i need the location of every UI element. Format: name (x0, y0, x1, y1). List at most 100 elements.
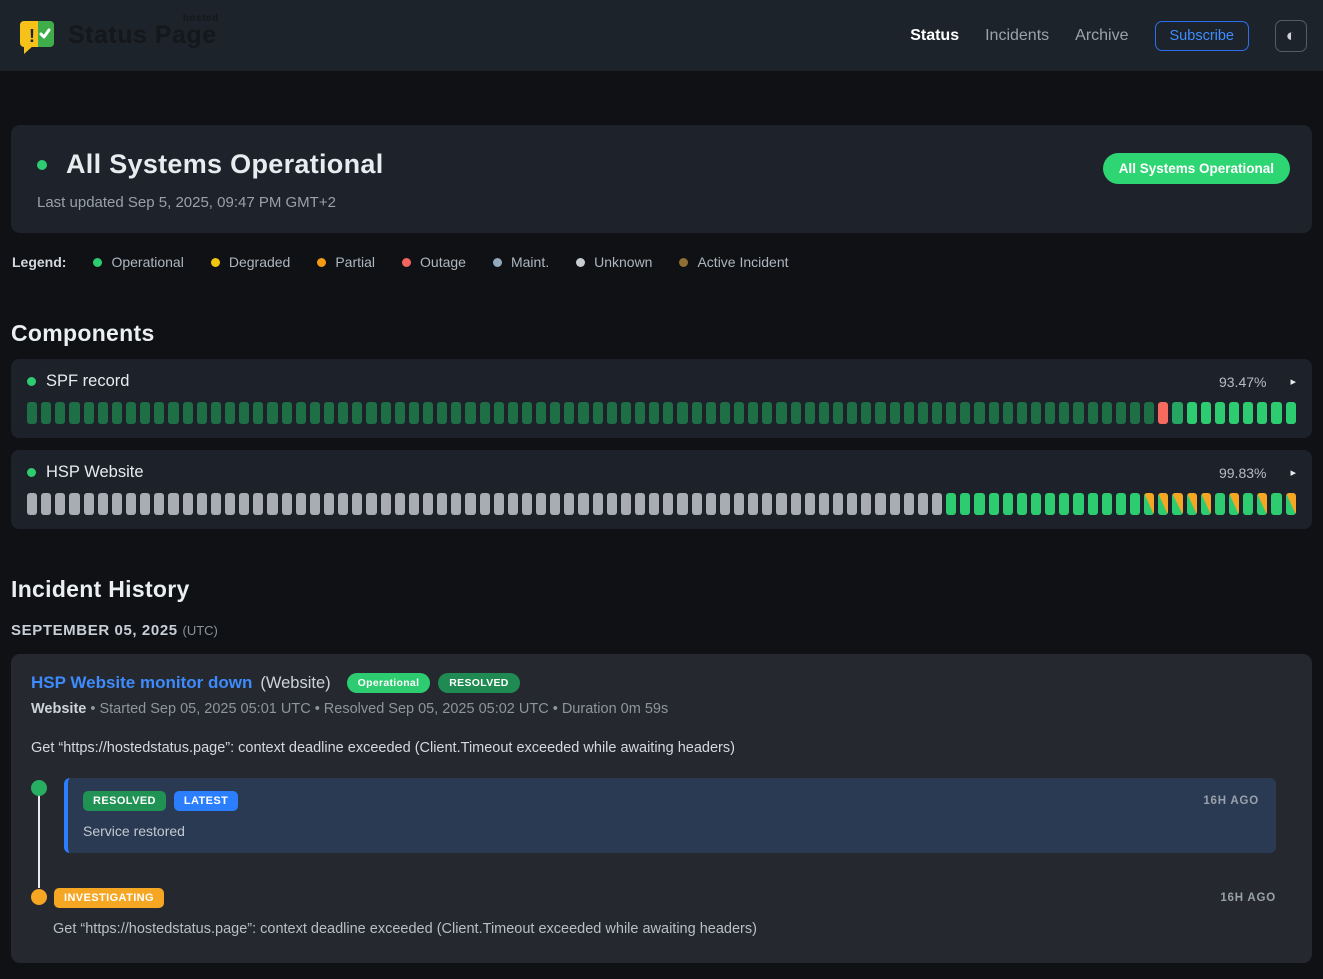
uptime-bar (791, 402, 801, 424)
uptime-bar (1003, 493, 1013, 515)
overall-status-dot (37, 160, 47, 170)
uptime-bar (1045, 493, 1055, 515)
timeline-dot-orange (31, 889, 47, 905)
brand-name: Status Page hosted (68, 21, 217, 50)
uptime-bar (338, 493, 348, 515)
uptime-bar (211, 402, 221, 424)
uptime-bar (69, 493, 79, 515)
uptime-bar (621, 402, 631, 424)
component-uptime-percent: 99.83% (1219, 465, 1266, 481)
uptime-bar (1172, 402, 1182, 424)
uptime-bar (41, 493, 51, 515)
incident-title-link[interactable]: HSP Website monitor down (31, 673, 252, 693)
uptime-bar (989, 493, 999, 515)
expand-arrow-icon[interactable]: ▸ (1290, 466, 1296, 479)
legend-item-maint-: Maint. (493, 254, 549, 270)
timeline-update-header: INVESTIGATING16H AGO (54, 888, 1276, 908)
update-timestamp: 16H AGO (1203, 795, 1259, 807)
uptime-bar (1102, 493, 1112, 515)
uptime-bar (805, 402, 815, 424)
uptime-bar (578, 493, 588, 515)
uptime-bar (253, 493, 263, 515)
incident-badge-operational: Operational (347, 673, 431, 693)
incident-description: Get “https://hostedstatus.page”: context… (31, 740, 1292, 756)
uptime-bar (522, 493, 532, 515)
uptime-bar (960, 402, 970, 424)
legend-item-label: Unknown (594, 254, 652, 270)
uptime-bar (69, 402, 79, 424)
update-badge-resolved: RESOLVED (83, 791, 166, 811)
nav-link-archive[interactable]: Archive (1075, 27, 1128, 45)
uptime-bar (409, 402, 419, 424)
uptime-bar (395, 402, 405, 424)
uptime-bar (536, 493, 546, 515)
uptime-bar (154, 402, 164, 424)
uptime-bar (635, 493, 645, 515)
main-nav: Status Incidents Archive Subscribe ◐ (910, 20, 1307, 52)
uptime-bar (41, 402, 51, 424)
theme-toggle-button[interactable]: ◐ (1275, 20, 1307, 52)
uptime-bar (904, 402, 914, 424)
main-content: All Systems Operational Last updated Sep… (0, 125, 1323, 963)
components-heading: Components (11, 320, 1312, 347)
svg-text:!: ! (29, 26, 35, 46)
uptime-bar (805, 493, 815, 515)
nav-link-incidents[interactable]: Incidents (985, 27, 1049, 45)
component-name: HSP Website (46, 463, 144, 482)
timeline-update: RESOLVEDLATEST16H AGOService restored (31, 778, 1292, 853)
contrast-icon: ◐ (1286, 26, 1296, 46)
update-message: Get “https://hostedstatus.page”: context… (53, 921, 1276, 937)
uptime-bar (536, 402, 546, 424)
uptime-bar (1003, 402, 1013, 424)
uptime-bar (1243, 493, 1253, 515)
nav-link-status[interactable]: Status (910, 27, 959, 45)
uptime-bar (734, 402, 744, 424)
uptime-bar (692, 493, 702, 515)
uptime-bar (974, 402, 984, 424)
incident-card: HSP Website monitor down (Website) Opera… (11, 654, 1312, 963)
uptime-bar (875, 402, 885, 424)
expand-arrow-icon[interactable]: ▸ (1290, 375, 1296, 388)
uptime-bar (352, 493, 362, 515)
uptime-bar (84, 402, 94, 424)
uptime-bar (1130, 493, 1140, 515)
uptime-bar (126, 402, 136, 424)
incident-badge-resolved: RESOLVED (438, 673, 519, 693)
uptime-bar (239, 402, 249, 424)
component-status-dot (27, 377, 36, 386)
uptime-bar (1172, 493, 1182, 515)
legend-item-label: Degraded (229, 254, 291, 270)
uptime-bar (324, 493, 334, 515)
legend-item-label: Active Incident (697, 254, 788, 270)
uptime-bar (1088, 402, 1098, 424)
component-card-header[interactable]: HSP Website 99.83% ▸ (27, 463, 1296, 482)
uptime-bar (578, 402, 588, 424)
uptime-bar (847, 493, 857, 515)
uptime-bar (55, 493, 65, 515)
brand[interactable]: ! Status Page hosted (16, 15, 217, 57)
uptime-bar (692, 402, 702, 424)
uptime-bar (197, 402, 207, 424)
uptime-bar (564, 493, 574, 515)
uptime-bar (239, 493, 249, 515)
uptime-bar (437, 493, 447, 515)
legend-item-partial: Partial (317, 254, 375, 270)
incident-date-timezone: (UTC) (183, 623, 218, 638)
uptime-bar (550, 493, 560, 515)
uptime-bar (819, 493, 829, 515)
subscribe-button[interactable]: Subscribe (1155, 21, 1249, 51)
uptime-bar (776, 402, 786, 424)
brand-logo-icon: ! (16, 15, 58, 57)
uptime-bar (282, 493, 292, 515)
uptime-bars (27, 493, 1296, 515)
uptime-bar (720, 402, 730, 424)
component-card: SPF record93.47%▸ (11, 359, 1312, 438)
update-badge-latest: LATEST (174, 791, 238, 811)
uptime-bar (465, 402, 475, 424)
incident-history-heading: Incident History (11, 576, 1312, 603)
component-card-header[interactable]: SPF record93.47%▸ (27, 372, 1296, 391)
uptime-bar (861, 402, 871, 424)
overall-status-badge: All Systems Operational (1103, 153, 1290, 184)
uptime-bar (197, 493, 207, 515)
legend-dot (402, 258, 411, 267)
